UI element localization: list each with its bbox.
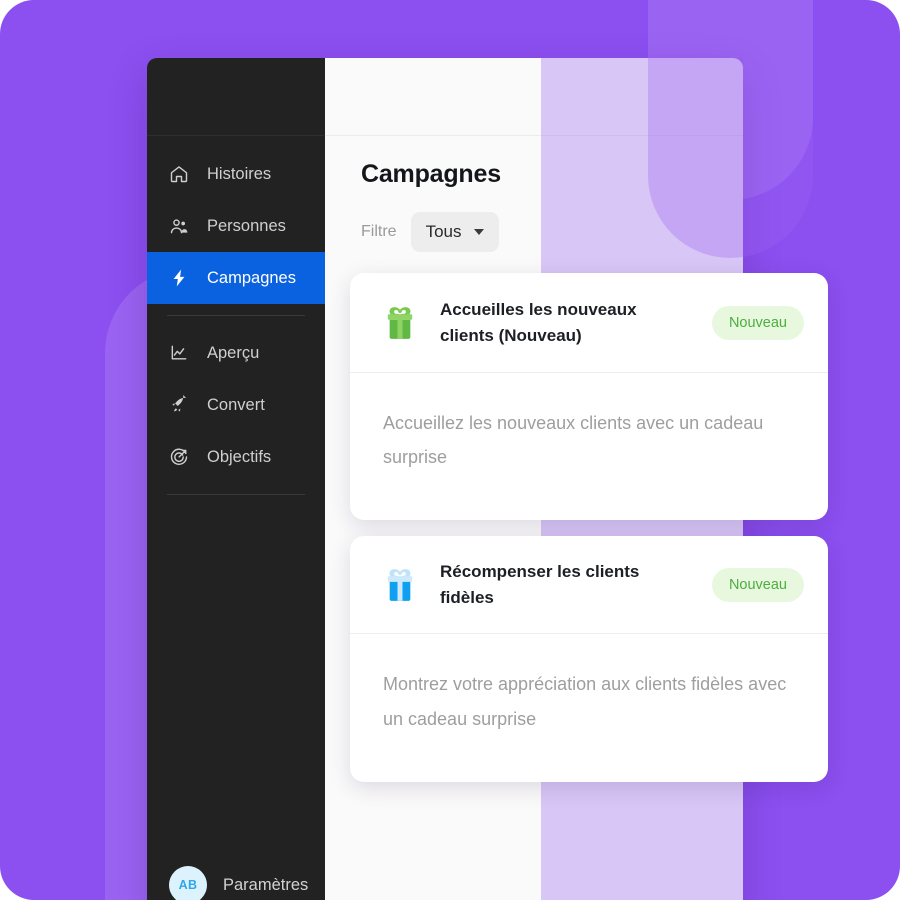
filter-dropdown[interactable]: Tous (410, 212, 500, 252)
sidebar-divider-top (167, 315, 305, 316)
sidebar-item-label: Aperçu (207, 343, 260, 362)
campaign-card-description: Montrez votre appréciation aux clients f… (383, 674, 787, 729)
campaign-card-description: Accueillez les nouveaux clients avec un … (383, 413, 764, 468)
avatar: AB (169, 866, 207, 900)
target-icon (169, 447, 189, 467)
chart-icon (169, 343, 189, 363)
filter-selected-value: Tous (425, 222, 462, 241)
sidebar-item-parametres[interactable]: AB Paramètres (147, 854, 325, 900)
home-icon (169, 164, 189, 184)
sidebar-item-histoires[interactable]: Histoires (147, 148, 325, 200)
chevron-down-icon (474, 229, 485, 235)
campaign-card-title: Accueilles les nouveaux clients (Nouveau… (440, 300, 637, 345)
lightning-icon (169, 268, 189, 288)
filter-row: Filtre Tous (361, 212, 743, 252)
status-badge: Nouveau (711, 567, 804, 602)
campaign-card-header: Accueilles les nouveaux clients (Nouveau… (350, 273, 828, 373)
gift-icon-blue (380, 565, 420, 605)
sidebar-item-label: Histoires (207, 164, 272, 183)
campaign-card[interactable]: Accueilles les nouveaux clients (Nouveau… (350, 273, 828, 521)
screenshot-stage: Histoires Personnes Campagnes Aperçu Con… (0, 0, 900, 900)
sidebar-item-label: Objectifs (207, 447, 272, 466)
sidebar-nav: Histoires Personnes Campagnes Aperçu Con… (147, 136, 325, 506)
campaign-card[interactable]: Récompenser les clients fidèles Nouveau … (350, 536, 828, 782)
status-badge: Nouveau (711, 305, 804, 340)
main-topbar (325, 58, 743, 136)
sidebar-item-campagnes[interactable]: Campagnes (147, 252, 325, 304)
campaign-card-title: Récompenser les clients fidèles (440, 562, 640, 607)
sidebar-header-area (147, 58, 325, 136)
sidebar-item-convert[interactable]: Convert (147, 379, 325, 431)
sidebar-item-objectifs[interactable]: Objectifs (147, 431, 325, 483)
filter-label: Filtre (361, 223, 397, 240)
campaign-card-list: Accueilles les nouveaux clients (Nouveau… (350, 273, 828, 798)
gift-icon-green (380, 303, 420, 343)
sidebar: Histoires Personnes Campagnes Aperçu Con… (147, 58, 325, 900)
sidebar-item-personnes[interactable]: Personnes (147, 200, 325, 252)
sidebar-item-label: Convert (207, 395, 265, 414)
page-title: Campagnes (361, 160, 501, 188)
campaign-card-header: Récompenser les clients fidèles Nouveau (350, 536, 828, 635)
sidebar-item-apercu[interactable]: Aperçu (147, 327, 325, 379)
sidebar-divider-bottom (167, 494, 305, 495)
sidebar-item-label: Campagnes (207, 268, 296, 287)
rocket-icon (169, 395, 189, 415)
sidebar-item-label: Paramètres (223, 875, 309, 894)
people-icon (169, 216, 189, 236)
sidebar-item-label: Personnes (207, 216, 286, 235)
